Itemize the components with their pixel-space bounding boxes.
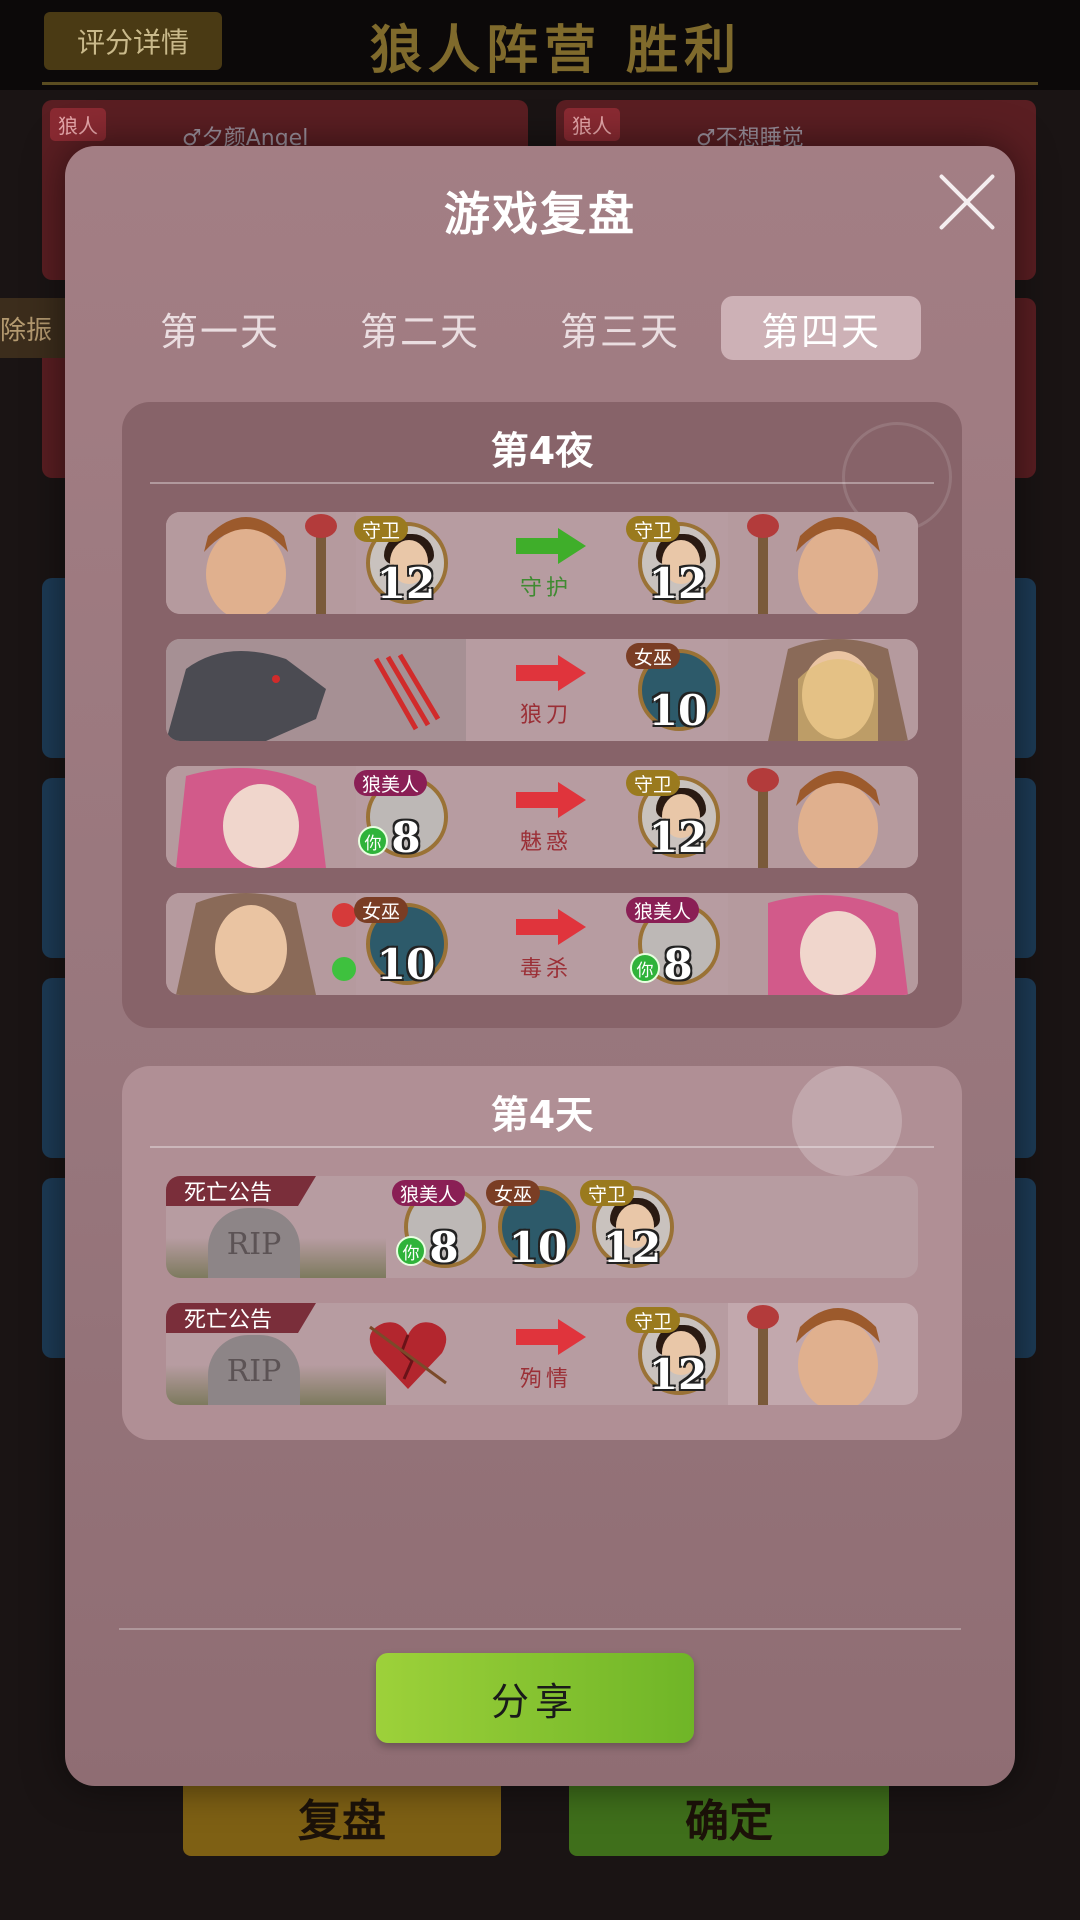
review-button[interactable]: 复盘 <box>183 1778 501 1856</box>
action-label: 魅惑 <box>519 830 572 855</box>
player-number: 10 <box>376 940 436 989</box>
role-badge: 女巫 <box>486 1180 541 1206</box>
tombstone-icon: RIP <box>208 1335 300 1405</box>
score-details-button[interactable]: 评分详情 <box>44 12 222 70</box>
player-number: 10 <box>648 686 708 735</box>
role-tag: 狼人 <box>50 108 106 141</box>
witch-portrait-icon <box>728 639 918 741</box>
action-poison: 毒杀 <box>496 907 596 987</box>
action-label: 狼刀 <box>519 703 572 728</box>
player-avatar[interactable]: 女巫 10 <box>486 1180 580 1272</box>
player-number: 12 <box>648 1350 708 1399</box>
day-tabs: 第一天 第二天 第三天 第四天 <box>65 296 1015 360</box>
player-avatar[interactable]: 狼美人 你 8 <box>354 770 448 862</box>
player-number: 10 <box>508 1223 568 1272</box>
player-avatar[interactable]: 女巫 10 <box>354 897 448 989</box>
role-badge: 守卫 <box>626 1307 681 1333</box>
role-badge: 守卫 <box>580 1180 635 1206</box>
death-announcement-tag: 死亡公告 <box>166 1303 316 1333</box>
role-badge: 狼美人 <box>392 1180 466 1206</box>
player-avatar[interactable]: 狼美人 你 8 <box>626 897 720 989</box>
player-avatar[interactable]: 守卫 12 <box>354 516 448 608</box>
role-badge: 守卫 <box>626 770 681 796</box>
event-row: 狼美人 你 8 魅惑 守卫 12 <box>166 766 918 868</box>
share-button[interactable]: 分享 <box>376 1653 694 1743</box>
player-number: 8 <box>391 813 421 862</box>
divider <box>150 482 934 484</box>
player-number: 12 <box>376 559 436 608</box>
event-row: 守卫 12 守护 守卫 12 <box>166 512 918 614</box>
confirm-button[interactable]: 确定 <box>569 1778 889 1856</box>
player-avatar[interactable]: 守卫 12 <box>626 770 720 862</box>
divider <box>150 1146 934 1148</box>
death-announcement-tag: 死亡公告 <box>166 1176 316 1206</box>
event-row: 女巫 10 毒杀 狼美人 你 8 <box>166 893 918 995</box>
game-review-modal: 游戏复盘 第一天 第二天 第三天 第四天 第4夜 守卫 12 守护 守卫 12 … <box>65 146 1015 1786</box>
player-number: 8 <box>429 1223 459 1272</box>
action-label: 殉情 <box>519 1367 572 1392</box>
role-badge: 女巫 <box>626 643 681 669</box>
event-row: 狼刀 女巫 10 <box>166 639 918 741</box>
arrow-right-icon <box>516 528 586 564</box>
role-badge: 守卫 <box>354 516 409 542</box>
werewolf-portrait-icon <box>166 639 466 741</box>
night-section: 第4夜 守卫 12 守护 守卫 12 狼刀 女巫 10 狼美人 你 8 魅惑 守… <box>122 402 962 1028</box>
role-badge: 女巫 <box>354 897 409 923</box>
wolf-beauty-portrait-icon <box>728 893 918 995</box>
role-badge: 狼美人 <box>354 770 428 796</box>
tab-day-2[interactable]: 第二天 <box>320 296 520 360</box>
arrow-right-icon <box>516 655 586 691</box>
player-avatar[interactable]: 守卫 12 <box>626 1307 720 1399</box>
arrow-right-icon <box>516 909 586 945</box>
player-avatar[interactable]: 守卫 12 <box>580 1180 674 1272</box>
tombstone-icon: RIP <box>208 1208 300 1278</box>
role-badge: 守卫 <box>626 516 681 542</box>
role-tag: 狼人 <box>564 108 620 141</box>
action-label: 守护 <box>519 576 572 601</box>
arrow-right-icon <box>516 782 586 818</box>
player-avatar[interactable]: 狼美人 你 8 <box>392 1180 486 1272</box>
night-title: 第4夜 <box>490 429 594 473</box>
guard-portrait-icon <box>728 1303 918 1405</box>
player-number: 12 <box>602 1223 662 1272</box>
witch-portrait-icon <box>166 893 356 995</box>
broken-heart-icon <box>369 1322 447 1389</box>
guard-portrait-icon <box>728 766 918 868</box>
player-number: 12 <box>648 559 708 608</box>
action-wolf-kill: 狼刀 <box>496 653 596 733</box>
player-avatar[interactable]: 女巫 10 <box>626 643 720 735</box>
guard-portrait-icon <box>728 512 918 614</box>
guard-portrait-icon <box>166 512 356 614</box>
header-divider <box>42 82 1038 85</box>
wolf-beauty-portrait-icon <box>166 766 356 868</box>
role-badge: 狼美人 <box>626 897 700 923</box>
day-title: 第4天 <box>490 1093 594 1137</box>
modal-title: 游戏复盘 <box>444 187 636 241</box>
tab-day-4[interactable]: 第四天 <box>721 296 921 360</box>
action-lovers: 殉情 <box>496 1317 596 1397</box>
footer-divider <box>119 1628 961 1630</box>
tab-day-1[interactable]: 第一天 <box>120 296 320 360</box>
death-announcement-row: RIP 死亡公告 狼美人 你 8 女巫 10 守卫 12 <box>166 1176 918 1278</box>
result-title: 狼人阵营 胜利 <box>370 20 743 81</box>
close-icon[interactable] <box>935 170 999 234</box>
day-section: 第4天 RIP 死亡公告 狼美人 你 8 女巫 10 守卫 12 RIP 死亡公… <box>122 1066 962 1440</box>
arrow-right-icon <box>516 1319 586 1355</box>
action-guard: 守护 <box>496 526 596 606</box>
action-label: 毒杀 <box>519 957 572 982</box>
tab-day-3[interactable]: 第三天 <box>520 296 720 360</box>
death-announcement-row: RIP 死亡公告 殉情 守卫 12 <box>166 1303 918 1405</box>
player-number: 12 <box>648 813 708 862</box>
player-avatar[interactable]: 守卫 12 <box>626 516 720 608</box>
action-charm: 魅惑 <box>496 780 596 860</box>
player-number: 8 <box>663 940 693 989</box>
